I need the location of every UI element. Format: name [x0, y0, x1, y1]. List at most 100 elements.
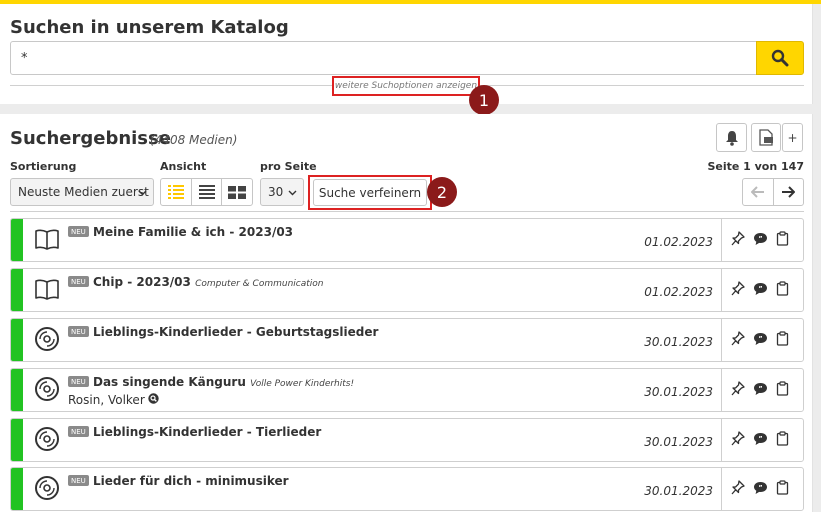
svg-text:”: ” [758, 334, 762, 342]
result-item[interactable]: NEU Lieder für dich - minimusiker 30.01.20… [10, 467, 804, 511]
per-page-select[interactable]: 30 [260, 178, 304, 206]
add-button[interactable]: + [782, 123, 803, 152]
divider [721, 319, 722, 361]
author-search-icon[interactable] [148, 393, 159, 407]
cd-icon [33, 425, 61, 453]
clipboard-icon[interactable] [776, 231, 789, 250]
pin-icon[interactable] [731, 281, 745, 300]
divider [721, 419, 722, 461]
result-title[interactable]: Lieblings-Kinderlieder - Tierlieder [93, 425, 321, 439]
comment-icon[interactable]: ” [753, 231, 768, 250]
clipboard-icon[interactable] [776, 480, 789, 499]
result-date: 01.02.2023 [644, 285, 713, 299]
comment-icon[interactable]: ” [753, 331, 768, 350]
result-title-text: Chip - 2023/03 [93, 275, 191, 289]
result-title[interactable]: Chip - 2023/03 Computer & Communication [93, 275, 323, 289]
result-subtitle: Computer & Communication [195, 279, 324, 289]
result-item[interactable]: NEU Lieblings-Kinderlieder - Geburtstagsl… [10, 318, 804, 362]
clipboard-icon[interactable] [776, 331, 789, 350]
result-author-name: Rosin, Volker [68, 393, 145, 407]
pin-icon[interactable] [731, 480, 745, 499]
result-date: 30.01.2023 [644, 484, 713, 498]
search-input[interactable] [10, 41, 757, 75]
clipboard-icon[interactable] [776, 281, 789, 300]
divider [721, 369, 722, 411]
result-item[interactable]: NEU Meine Familie & ich - 2023/03 01.02.20… [10, 218, 804, 262]
svg-text:”: ” [758, 384, 762, 392]
result-actions: ” [731, 331, 789, 350]
refine-search-button[interactable]: Suche verfeinern [313, 179, 427, 206]
view-list-compact-button[interactable] [192, 179, 223, 205]
result-title[interactable]: Lieblings-Kinderlieder - Geburtstagslied… [93, 325, 378, 339]
divider [721, 269, 722, 311]
result-item[interactable]: NEU Das singende Känguru Volle Power Kind… [10, 368, 804, 412]
search-heading: Suchen in unserem Katalog [10, 17, 289, 38]
new-badge: NEU [68, 326, 89, 337]
comment-icon[interactable]: ” [753, 281, 768, 300]
result-title-text: Meine Familie & ich - 2023/03 [93, 225, 294, 239]
more-search-options-link[interactable]: weitere Suchoptionen anzeigen [332, 76, 480, 96]
arrow-left-icon [750, 186, 764, 198]
result-actions: ” [731, 231, 789, 250]
comment-icon[interactable]: ” [753, 381, 768, 400]
availability-indicator [11, 219, 23, 261]
next-page-button[interactable] [774, 179, 804, 205]
cd-icon [33, 325, 61, 353]
new-badge: NEU [68, 376, 89, 387]
svg-text:”: ” [758, 434, 762, 442]
view-list-detailed-button[interactable] [161, 179, 192, 205]
result-title-text: Das singende Känguru [93, 375, 246, 389]
result-title[interactable]: Das singende Känguru Volle Power Kinderh… [93, 375, 354, 389]
chevron-down-icon [138, 190, 147, 196]
results-count: (4408 Medien) [150, 133, 238, 147]
export-button[interactable] [751, 123, 781, 152]
sort-select[interactable]: Neuste Medien zuerst [10, 178, 154, 206]
arrow-right-icon [782, 186, 796, 198]
export-document-icon [759, 129, 773, 146]
search-icon [771, 49, 789, 67]
notification-button[interactable] [716, 123, 747, 152]
pagination [742, 178, 804, 206]
pin-icon[interactable] [731, 231, 745, 250]
new-badge: NEU [68, 426, 89, 437]
grid-icon [228, 185, 247, 199]
view-grid-button[interactable] [222, 179, 252, 205]
sort-label: Sortierung [10, 160, 77, 173]
result-date: 30.01.2023 [644, 385, 713, 399]
result-title[interactable]: Meine Familie & ich - 2023/03 [93, 225, 293, 239]
result-item[interactable]: NEU Lieblings-Kinderlieder - Tierlieder 30… [10, 418, 804, 462]
result-actions: ” [731, 431, 789, 450]
book-icon [33, 225, 61, 253]
view-label: Ansicht [160, 160, 207, 173]
result-date: 30.01.2023 [644, 335, 713, 349]
search-button[interactable] [756, 41, 804, 75]
search-bar [10, 41, 804, 75]
comment-icon[interactable]: ” [753, 431, 768, 450]
sort-select-value: Neuste Medien zuerst [18, 185, 149, 199]
availability-indicator [11, 369, 23, 411]
result-title[interactable]: Lieder für dich - minimusiker [93, 474, 289, 488]
result-actions: ” [731, 480, 789, 499]
clipboard-icon[interactable] [776, 381, 789, 400]
bell-icon [725, 130, 738, 146]
refine-search-highlight: Suche verfeinern [308, 175, 432, 210]
clipboard-icon[interactable] [776, 431, 789, 450]
result-item[interactable]: NEU Chip - 2023/03 Computer & Communicati… [10, 268, 804, 312]
divider [721, 468, 722, 510]
annotation-marker-2: 2 [427, 177, 457, 207]
svg-text:”: ” [758, 234, 762, 242]
divider [10, 211, 804, 212]
list-compact-icon [198, 185, 215, 199]
list-detailed-icon [167, 185, 184, 199]
comment-icon[interactable]: ” [753, 480, 768, 499]
page-info: Seite 1 von 147 [707, 160, 804, 173]
result-title-text: Lieder für dich - minimusiker [93, 474, 289, 488]
results-heading: Suchergebnisse [10, 128, 171, 149]
previous-page-button[interactable] [743, 179, 774, 205]
pin-icon[interactable] [731, 331, 745, 350]
pin-icon[interactable] [731, 381, 745, 400]
new-badge: NEU [68, 226, 89, 237]
pin-icon[interactable] [731, 431, 745, 450]
result-author[interactable]: Rosin, Volker [68, 393, 159, 407]
annotation-marker-1: 1 [469, 85, 499, 115]
